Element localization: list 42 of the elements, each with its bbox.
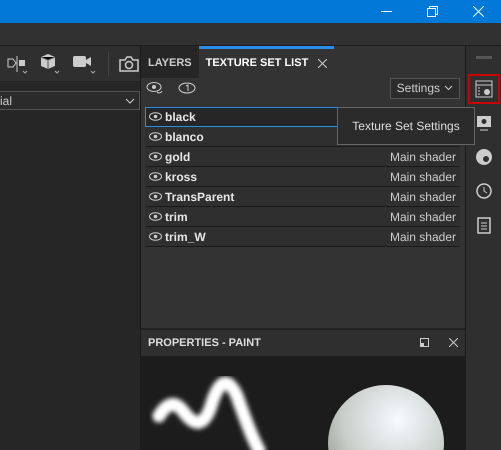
cube-icon[interactable] (38, 52, 62, 74)
eye-icon[interactable] (149, 192, 162, 202)
eye-icon[interactable] (149, 232, 162, 242)
grip-icon[interactable] (476, 56, 492, 59)
texture-set-name: blanco (165, 128, 205, 146)
tab[interactable]: TEXTURE SET LIST (198, 46, 334, 78)
texture-set-name: TransParent (165, 188, 236, 206)
texture-set-name: kross (165, 168, 198, 186)
settings-dropdown[interactable]: Settings (390, 78, 460, 99)
panel-title: PROPERTIES - PAINT (148, 336, 262, 351)
texture-set-name: trim_W (165, 228, 207, 246)
texture-set-row[interactable]: kross Main shader (145, 166, 460, 187)
eye-icon[interactable] (149, 132, 162, 142)
close-icon[interactable] (318, 58, 328, 68)
minimize-icon[interactable] (380, 10, 392, 12)
eye-icon[interactable] (149, 152, 162, 162)
tab[interactable]: LAYERS (141, 46, 199, 78)
shader-label: Main shader (390, 168, 456, 186)
shader-label: Main shader (390, 148, 456, 166)
tooltip: Texture Set Settings (337, 106, 475, 145)
shader-label: Main shader (390, 228, 456, 246)
eye-icon[interactable] (149, 112, 162, 122)
eye-one-icon[interactable] (178, 82, 196, 94)
texture-set-row[interactable]: TransParent Main shader (145, 186, 460, 207)
texture-set-row[interactable]: trim_W Main shader (145, 226, 460, 247)
texture-set-row[interactable]: trim Main shader (145, 206, 460, 227)
texture-set-name: trim (165, 208, 189, 226)
texture-set-name: gold (165, 148, 192, 166)
restore-icon[interactable] (426, 6, 438, 17)
shader-label: Main shader (390, 208, 456, 226)
camera-icon[interactable] (119, 54, 139, 72)
chevron-down-icon (125, 98, 135, 104)
undock-icon[interactable] (420, 338, 429, 348)
chevron-down-icon (444, 85, 453, 92)
material-dropdown[interactable]: ial (0, 91, 140, 110)
texture-set-row[interactable]: gold Main shader (145, 146, 460, 167)
close-icon[interactable] (449, 338, 458, 348)
eye-refresh-icon[interactable] (146, 81, 164, 96)
eye-icon[interactable] (149, 172, 162, 182)
shader-label: Main shader (390, 188, 456, 206)
eye-icon[interactable] (149, 212, 162, 222)
texture-set-settings-icon[interactable] (468, 74, 500, 104)
